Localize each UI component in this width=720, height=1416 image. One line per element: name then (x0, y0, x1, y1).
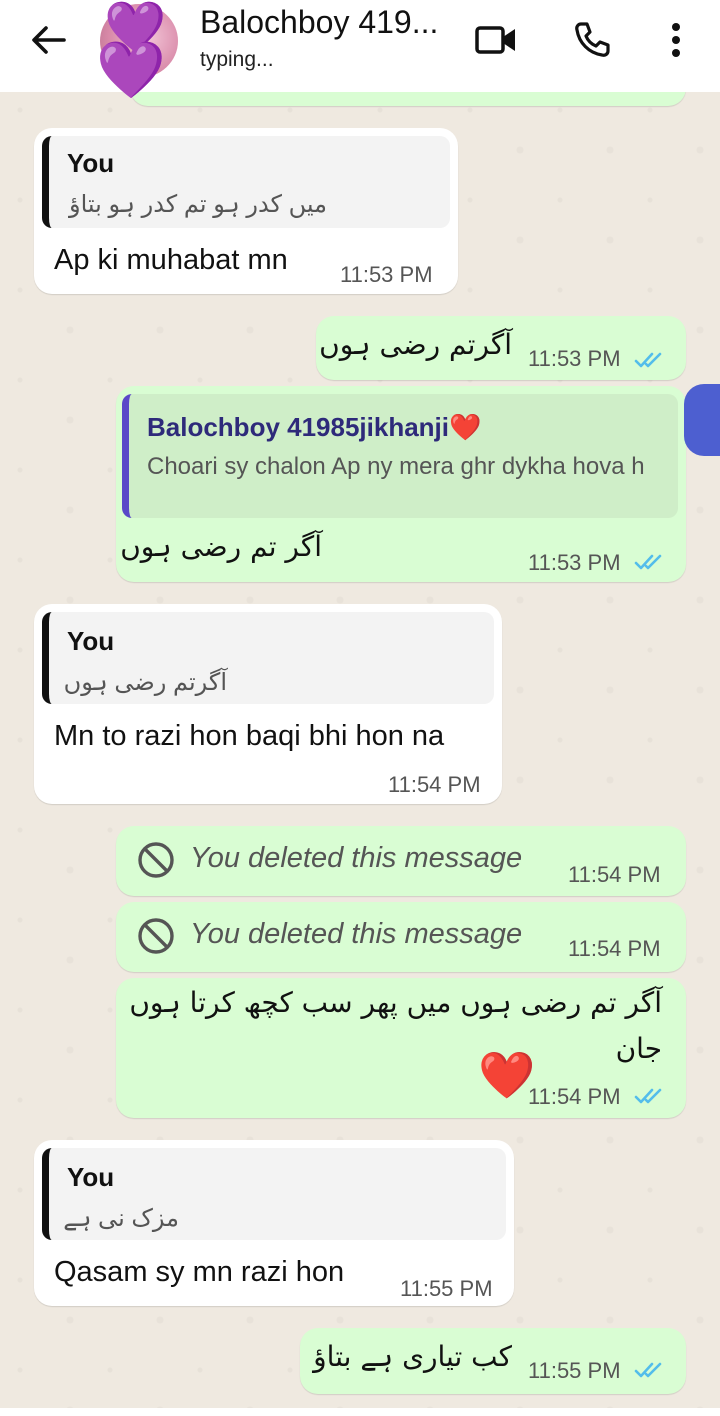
reply-quote[interactable]: You آگرتم رضی ہوں (42, 612, 494, 704)
chat-header: 💜 💜 Balochboy 419... typing... (0, 0, 720, 98)
double-check-icon (634, 554, 662, 570)
blocked-icon (138, 842, 174, 878)
red-heart-emoji: ❤️ (478, 1049, 536, 1101)
quote-text: Choari sy chalon Ap ny mera ghr dykha ho… (147, 453, 645, 480)
purple-heart-icon: 💜 (96, 38, 166, 101)
contact-status: typing... (200, 48, 274, 71)
back-button[interactable] (22, 20, 74, 60)
message-bubble-outgoing[interactable]: کب تیاری ہے بتاؤ 11:55 PM (300, 1328, 686, 1394)
blocked-icon (138, 918, 174, 954)
double-check-icon (634, 352, 662, 368)
contact-name[interactable]: Balochboy 419... (200, 4, 460, 41)
video-call-button[interactable] (470, 16, 522, 64)
deleted-message-bubble[interactable]: You deleted this message 11:54 PM (116, 826, 686, 896)
message-time: 11:53 PM (340, 262, 433, 287)
quote-author: You (67, 148, 115, 178)
double-check-icon (634, 1362, 662, 1378)
quote-author: You (67, 626, 115, 656)
message-text: آگرتم رضی ہوں (319, 328, 512, 361)
message-bubble-incoming[interactable]: You میں کدر ہو تم کدر ہو بتاؤ Ap ki muha… (34, 128, 458, 294)
message-time: 11:54 PM (528, 1084, 621, 1109)
more-vert-icon (672, 23, 680, 57)
reply-quote[interactable]: You میں کدر ہو تم کدر ہو بتاؤ (42, 136, 450, 228)
message-text: آگر تم رضی ہوں (120, 530, 322, 563)
quote-text: آگرتم رضی ہوں (63, 669, 227, 696)
message-text: Ap ki muhabat mn (54, 244, 288, 276)
message-time: 11:54 PM (388, 772, 481, 797)
message-time: 11:55 PM (400, 1276, 493, 1301)
scroll-shortcut-button[interactable] (684, 384, 720, 456)
quote-text: مزک نی ہے (63, 1205, 179, 1232)
deleted-message-text: You deleted this message (190, 842, 523, 874)
message-text: Mn to razi hon baqi bhi hon na (54, 720, 445, 752)
message-bubble-outgoing[interactable]: آگر تم رضی ہوں میں پھر سب کچھ کرتا ہوں ج… (116, 978, 686, 1118)
message-bubble-outgoing[interactable]: آگرتم رضی ہوں 11:53 PM (316, 316, 686, 380)
message-text-line: جان (615, 1032, 662, 1065)
quote-text: میں کدر ہو تم کدر ہو بتاؤ (69, 191, 327, 218)
message-bubble-incoming[interactable]: You آگرتم رضی ہوں Mn to razi hon baqi bh… (34, 604, 502, 804)
message-time: 11:55 PM (528, 1358, 621, 1383)
reply-quote[interactable]: Balochboy 41985jikhanji❤️ Choari sy chal… (122, 394, 678, 518)
more-options-button[interactable] (650, 16, 702, 64)
message-time: 11:54 PM (568, 936, 661, 961)
deleted-message-bubble[interactable]: You deleted this message 11:54 PM (116, 902, 686, 972)
back-arrow-icon (32, 26, 66, 54)
message-time: 11:53 PM (528, 346, 621, 371)
voice-call-button[interactable] (566, 16, 618, 64)
message-time: 11:53 PM (528, 550, 621, 575)
message-text: Qasam sy mn razi hon (54, 1256, 345, 1288)
message-bubble-incoming[interactable]: You مزک نی ہے Qasam sy mn razi hon 11:55… (34, 1140, 514, 1306)
quote-author: You (67, 1162, 115, 1192)
input-bar-edge (0, 1408, 720, 1416)
message-text-line: آگر تم رضی ہوں میں پھر سب کچھ کرتا ہوں (129, 986, 662, 1019)
video-call-icon (475, 26, 515, 54)
phone-icon (575, 22, 610, 57)
message-bubble-outgoing[interactable]: Balochboy 41985jikhanji❤️ Choari sy chal… (116, 386, 686, 582)
message-text: کب تیاری ہے بتاؤ (313, 1340, 512, 1373)
reply-quote[interactable]: You مزک نی ہے (42, 1148, 506, 1240)
quote-author: Balochboy 41985jikhanji❤️ (147, 412, 482, 442)
message-time: 11:54 PM (568, 862, 661, 887)
deleted-message-text: You deleted this message (190, 918, 523, 950)
double-check-icon (634, 1088, 662, 1104)
